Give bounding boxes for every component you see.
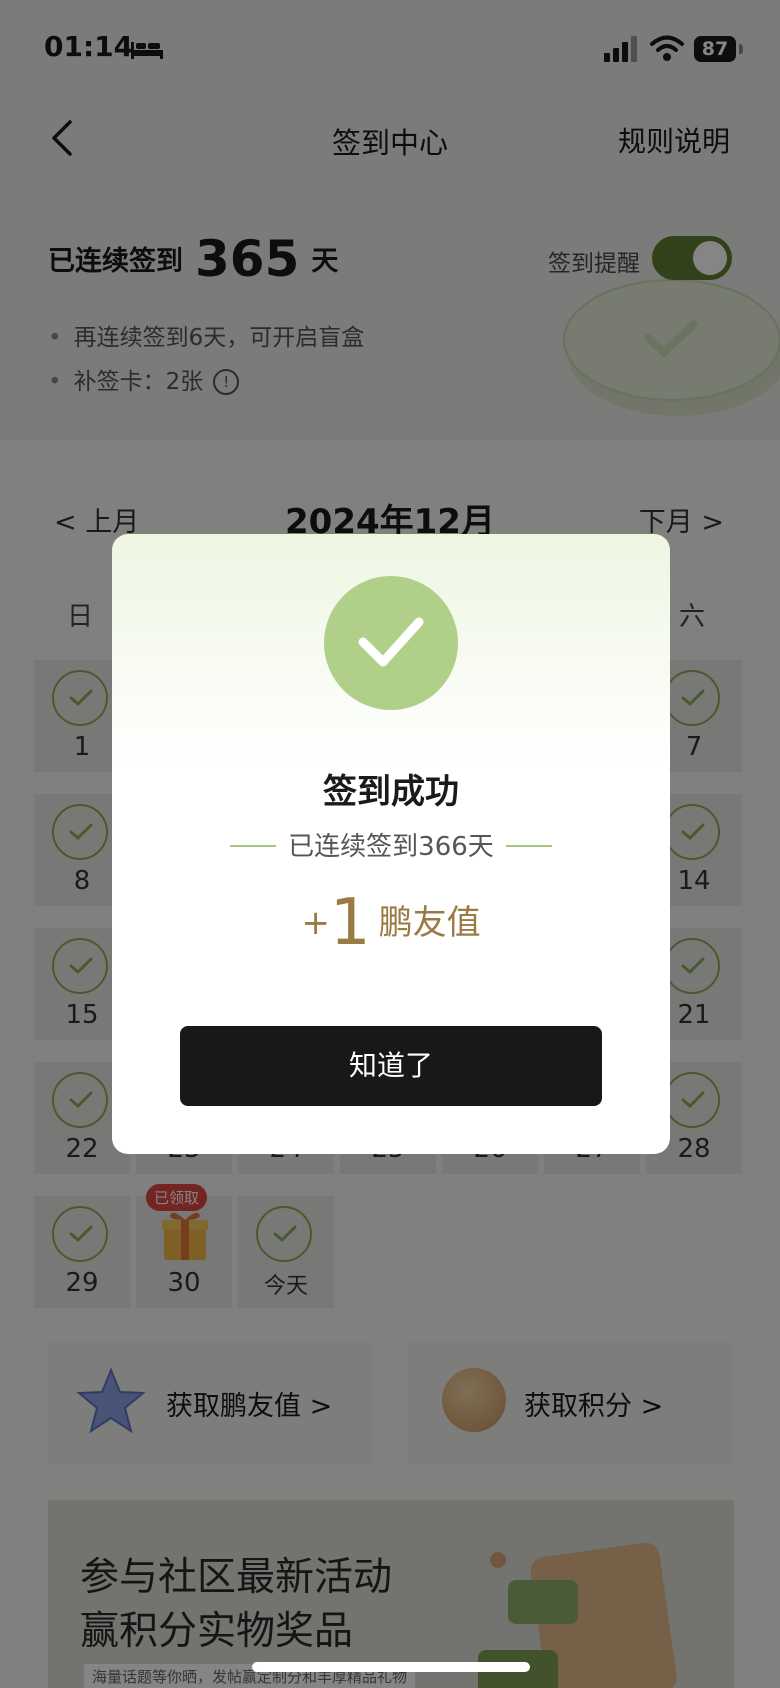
dialog-subtitle-row: 已连续签到366天 (112, 826, 670, 863)
reward-row: +1 鹏友值 (112, 886, 670, 960)
reward-value: 1 (329, 886, 371, 960)
confirm-button[interactable]: 知道了 (180, 1026, 602, 1106)
sign-in-success-dialog: 签到成功 已连续签到366天 +1 鹏友值 知道了 (112, 534, 670, 1154)
dialog-subtitle: 已连续签到366天 (288, 832, 494, 862)
divider-right (505, 845, 552, 847)
success-check-icon (324, 576, 458, 710)
reward-sign: + (301, 903, 330, 943)
dialog-title: 签到成功 (323, 772, 459, 812)
home-indicator[interactable] (252, 1662, 530, 1672)
divider-left (230, 845, 277, 847)
reward-unit: 鹏友值 (378, 903, 481, 943)
